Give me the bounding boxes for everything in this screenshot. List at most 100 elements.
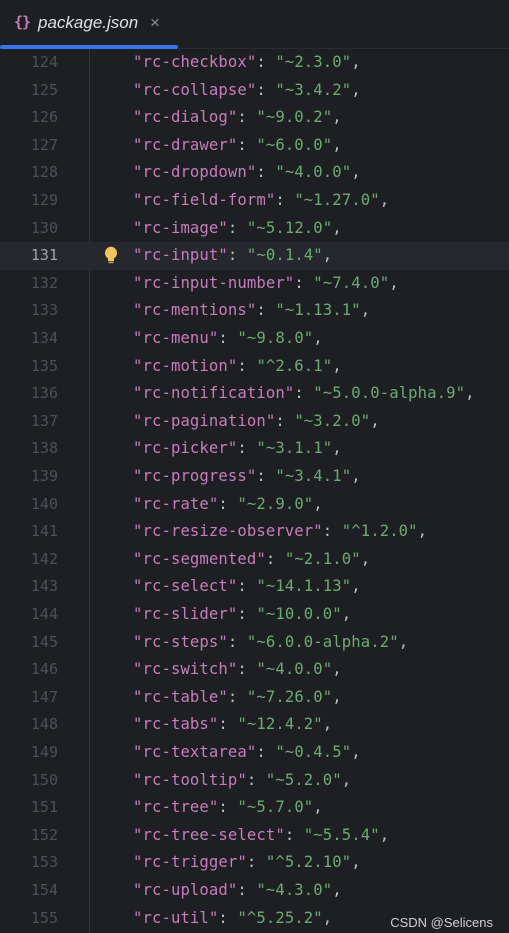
json-entry: "rc-menu": "~9.8.0", [133,329,323,347]
json-entry: "rc-tabs": "~12.4.2", [133,715,332,733]
comma: , [379,825,390,844]
code-editor[interactable]: 124 "rc-checkbox": "~2.3.0", 125 "rc-collap… [0,49,509,933]
code-line[interactable]: 152 "rc-tree-select": "~5.5.4", [0,822,509,850]
code-line[interactable]: 146 "rc-switch": "~4.0.0", [0,656,509,684]
colon: : [227,218,247,237]
colon: : [256,163,276,182]
lightbulb-icon[interactable] [104,246,118,266]
json-key: "rc-collapse" [133,80,257,99]
code-line[interactable]: 138 "rc-picker": "~3.1.1", [0,435,509,463]
code-line[interactable]: 149 "rc-textarea": "~0.4.5", [0,739,509,767]
comma: , [341,770,352,789]
code-line[interactable]: 143 "rc-select": "~14.1.13", [0,573,509,601]
comma: , [351,53,361,71]
colon: : [227,246,247,265]
code-line[interactable]: 131 "rc-input": "~0.1.4", [0,242,509,270]
line-number: 145 [30,632,58,651]
json-entry: "rc-collapse": "~3.4.2", [133,81,361,99]
line-number: 125 [30,80,58,99]
line-number: 151 [30,798,58,817]
line-number: 133 [30,301,58,320]
code-line[interactable]: 140 "rc-rate": "~2.9.0", [0,491,509,519]
code-line[interactable]: 144 "rc-slider": "~10.0.0", [0,601,509,629]
comma: , [313,329,323,347]
json-entry: "rc-rate": "~2.9.0", [133,495,323,513]
code-line[interactable]: 147 "rc-table": "~7.26.0", [0,684,509,712]
json-entry: "rc-resize-observer": "^1.2.0", [133,522,427,540]
code-line[interactable]: 154 "rc-upload": "~4.3.0", [0,877,509,905]
line-number: 132 [30,273,58,292]
close-icon[interactable]: × [150,13,160,33]
code-line[interactable]: 141 "rc-resize-observer": "^1.2.0", [0,518,509,546]
json-value: "~9.8.0" [237,329,314,347]
json-value: "~5.5.4" [303,825,380,844]
colon: : [294,384,314,403]
code-line[interactable]: 142 "rc-segmented": "~2.1.0", [0,546,509,574]
code-line[interactable]: 139 "rc-progress": "~3.4.1", [0,463,509,491]
comma: , [398,632,409,651]
json-entry: "rc-field-form": "~1.27.0", [133,191,389,209]
tab-package-json[interactable]: {} package.json × [0,0,178,49]
line-number: 155 [30,908,58,927]
json-key: "rc-tabs" [133,715,219,734]
json-entry: "rc-trigger": "^5.2.10", [133,853,361,871]
json-entry: "rc-motion": "^2.6.1", [133,357,342,375]
line-number: 150 [30,770,58,789]
json-key: "rc-image" [133,218,228,237]
colon: : [218,494,238,513]
json-key: "rc-field-form" [133,191,276,209]
json-key: "rc-progress" [133,467,257,485]
code-line[interactable]: 150 "rc-tooltip": "~5.2.0", [0,767,509,795]
json-value: "~4.0.0" [275,163,352,182]
json-key: "rc-tree" [133,798,219,817]
code-line[interactable]: 132 "rc-input-number": "~7.4.0", [0,270,509,298]
json-key: "rc-textarea" [133,743,257,761]
line-number: 126 [30,108,58,127]
code-line[interactable]: 148 "rc-tabs": "~12.4.2", [0,711,509,739]
line-number: 154 [30,881,58,899]
colon: : [256,467,276,485]
colon: : [275,411,295,430]
code-line[interactable]: 129 "rc-field-form": "~1.27.0", [0,187,509,215]
json-value: "~3.4.1" [275,467,352,485]
colon: : [275,191,295,209]
code-line[interactable]: 145 "rc-steps": "~6.0.0-alpha.2", [0,629,509,657]
code-line[interactable]: 151 "rc-tree": "~5.7.0", [0,794,509,822]
json-value: "~4.0.0" [256,660,333,679]
json-key: "rc-pagination" [133,411,276,430]
json-value: "^2.6.1" [256,356,333,375]
line-number: 149 [30,743,58,761]
json-value: "~2.9.0" [237,494,314,513]
line-number: 142 [30,549,58,568]
code-line[interactable]: 134 "rc-menu": "~9.8.0", [0,325,509,353]
code-line[interactable]: 130 "rc-image": "~5.12.0", [0,215,509,243]
code-line[interactable]: 125 "rc-collapse": "~3.4.2", [0,77,509,105]
code-line[interactable]: 127 "rc-drawer": "~6.0.0", [0,132,509,160]
code-line[interactable]: 135 "rc-motion": "^2.6.1", [0,353,509,381]
json-key: "rc-switch" [133,660,238,679]
colon: : [218,798,238,817]
json-entry: "rc-input-number": "~7.4.0", [133,274,399,292]
tab-label: package.json [38,13,139,32]
colon: : [246,770,266,789]
code-line[interactable]: 126 "rc-dialog": "~9.0.2", [0,104,509,132]
json-value: "^5.2.10" [265,853,352,872]
line-number: 124 [30,53,58,71]
code-line[interactable]: 128 "rc-dropdown": "~4.0.0", [0,159,509,187]
json-key: "rc-select" [133,577,238,596]
code-line[interactable]: 137 "rc-pagination": "~3.2.0", [0,408,509,436]
line-number: 153 [30,853,58,872]
colon: : [237,605,257,623]
json-entry: "rc-dialog": "~9.0.2", [133,108,342,126]
json-value: "~2.3.0" [275,53,352,71]
code-line[interactable]: 136 "rc-notification": "~5.0.0-alpha.9", [0,380,509,408]
line-number: 129 [30,191,58,209]
comma: , [313,494,323,513]
code-line[interactable]: 153 "rc-trigger": "^5.2.10", [0,849,509,877]
json-entry: "rc-picker": "~3.1.1", [133,439,342,457]
line-number: 127 [30,135,58,154]
json-entry: "rc-select": "~14.1.13", [133,577,361,595]
json-entry: "rc-table": "~7.26.0", [133,688,342,706]
code-line[interactable]: 124 "rc-checkbox": "~2.3.0", [0,49,509,77]
code-line[interactable]: 133 "rc-mentions": "~1.13.1", [0,297,509,325]
